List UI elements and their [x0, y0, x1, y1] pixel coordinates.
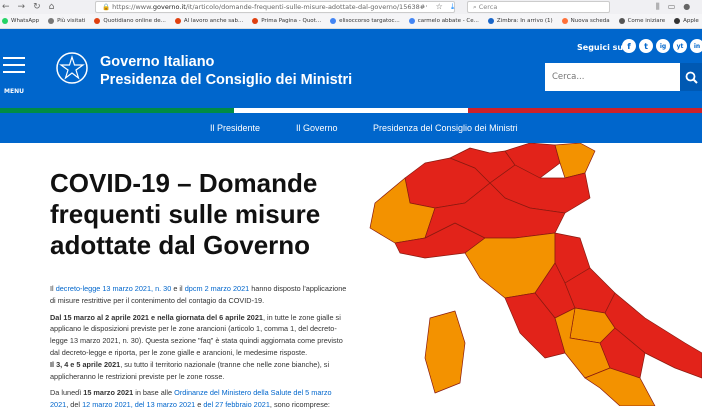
lock-icon: 🔒 — [102, 3, 113, 11]
bookmark-item[interactable]: Più visitati — [48, 18, 85, 24]
map-region — [424, 310, 466, 394]
bookmark-item[interactable]: Come iniziare — [618, 18, 665, 24]
dpcm-link[interactable]: dpcm 2 marzo 2021 — [185, 284, 250, 293]
site-header: MENU Governo Italiano Presidenza del Con… — [0, 29, 702, 108]
ordinanza-27-febbraio-link[interactable]: del 27 febbraio 2021 — [203, 400, 270, 409]
bookmark-item[interactable]: Nuova scheda — [561, 18, 610, 24]
bookmark-icon — [487, 18, 494, 24]
sidebar-icon[interactable]: ▭ — [668, 2, 676, 12]
decreto-legge-link[interactable]: decreto-legge 13 marzo 2021, n. 30 — [56, 284, 172, 293]
bookmark-item[interactable]: WhatsApp — [2, 18, 39, 24]
bookmark-item[interactable]: Apple — [674, 18, 699, 24]
site-search-input[interactable] — [545, 63, 680, 91]
menu-button[interactable]: MENU — [3, 57, 25, 97]
library-icon[interactable]: ⫼ — [656, 2, 660, 12]
page-title: COVID-19 – Domande frequenti sulle misur… — [50, 168, 321, 260]
bookmark-item[interactable]: carmelo abbate - Ce... — [408, 18, 479, 24]
bookmark-icon — [252, 18, 259, 24]
linkedin-icon[interactable]: in — [690, 39, 702, 53]
bookmark-item[interactable]: elisoccorso targatoc... — [330, 18, 400, 24]
map-region — [554, 143, 596, 179]
nav-il-presidente[interactable]: Il Presidente — [210, 123, 260, 133]
search-button[interactable] — [680, 63, 702, 91]
article-body: Il decreto-legge 13 marzo 2021, n. 30 e … — [50, 284, 347, 410]
forward-icon[interactable]: → — [18, 2, 26, 12]
youtube-icon[interactable]: yt — [673, 39, 687, 53]
ordinanze-12-13-link[interactable]: 12 marzo 2021, del 13 marzo 2021 — [82, 400, 195, 409]
browser-search-input[interactable]: ⌕ Cerca — [467, 1, 610, 13]
bookmark-icon — [94, 18, 101, 24]
instagram-icon[interactable]: ig — [656, 39, 670, 53]
bookmark-icon — [48, 18, 55, 24]
bookmark-item[interactable]: Prima Pagina - Quot... — [252, 18, 321, 24]
facebook-icon[interactable]: f — [622, 39, 636, 53]
emblem-logo — [56, 52, 88, 84]
search-icon — [685, 71, 698, 84]
bookmark-icon — [174, 18, 181, 24]
bookmark-icon — [2, 18, 8, 24]
reload-icon[interactable]: ↻ — [33, 2, 41, 12]
site-subtitle[interactable]: Presidenza del Consiglio dei Ministri — [100, 72, 352, 88]
more-icon[interactable]: ··· — [420, 2, 428, 12]
bookmark-star-icon[interactable]: ☆ — [436, 2, 443, 12]
site-title[interactable]: Governo Italiano — [100, 54, 214, 70]
bookmark-icon — [408, 18, 415, 24]
follow-label: Seguici su: — [577, 43, 627, 52]
bookmark-icon — [561, 18, 568, 24]
nav-il-governo[interactable]: Il Governo — [296, 123, 338, 133]
back-icon[interactable]: ← — [2, 2, 10, 12]
bookmark-icon — [330, 18, 337, 24]
main-nav: Il Presidente Il Governo Presidenza del … — [0, 113, 702, 143]
bookmarks-bar: WhatsApp Più visitati Quotidiano online de… — [0, 14, 702, 29]
home-icon[interactable]: ⌂ — [49, 2, 55, 12]
italy-zones-map — [369, 143, 702, 406]
nav-presidenza[interactable]: Presidenza del Consiglio dei Ministri — [373, 123, 518, 133]
map-region — [584, 367, 656, 406]
bookmark-icon — [618, 18, 625, 24]
bookmark-icon — [674, 18, 681, 24]
bookmark-item[interactable]: Al lavoro anche sab... — [174, 18, 243, 24]
url-bar[interactable]: 🔒 https://www. governo.it/it/articolo/dom… — [95, 1, 455, 13]
extension-icon[interactable]: ● — [683, 2, 690, 12]
download-icon[interactable]: ⤓ — [451, 2, 455, 12]
bookmark-item[interactable]: Quotidiano online de... — [94, 18, 166, 24]
twitter-icon[interactable]: t — [639, 39, 653, 53]
bookmark-item[interactable]: Zimbra: In arrivo (1) — [487, 18, 553, 24]
browser-toolbar: ← → ↻ ⌂ 🔒 https://www. governo.it/it/articol… — [0, 0, 702, 14]
